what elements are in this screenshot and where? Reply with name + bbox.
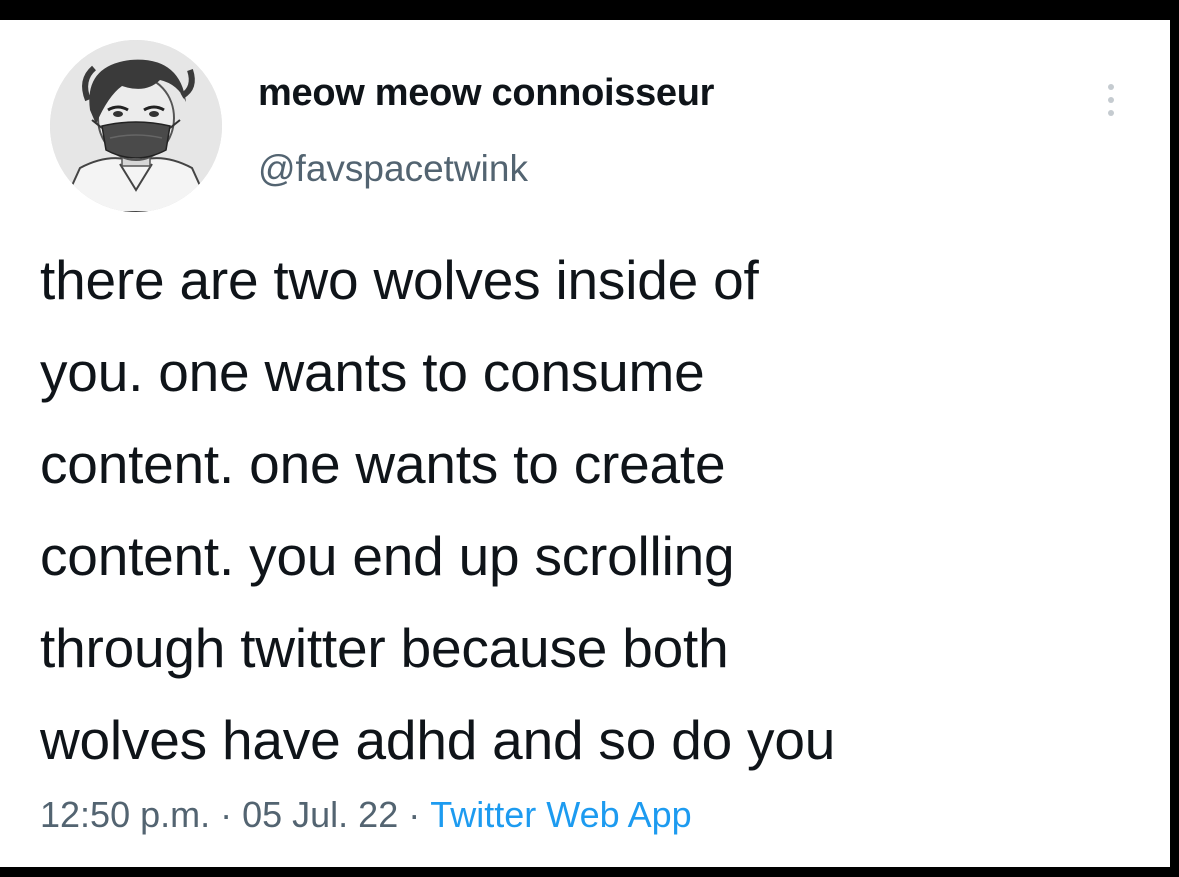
tweet-date[interactable]: 05 Jul. 22 bbox=[242, 794, 398, 835]
more-vertical-icon bbox=[1108, 110, 1114, 116]
tweet-text-line: wolves have adhd and so do you bbox=[40, 709, 836, 771]
tweet-text-line: there are two wolves inside of bbox=[40, 249, 759, 311]
author-handle[interactable]: @favspacetwink bbox=[258, 148, 528, 190]
more-vertical-icon bbox=[1108, 97, 1114, 103]
more-options-button[interactable] bbox=[1096, 68, 1126, 132]
tweet-card: meow meow connoisseur @favspacetwink the… bbox=[0, 20, 1170, 867]
tweet-text-line: content. one wants to create bbox=[40, 433, 726, 495]
tweet-text: there are two wolves inside of you. one … bbox=[40, 234, 1150, 786]
tweet-metadata: 12:50 p.m. · 05 Jul. 22 · Twitter Web App bbox=[40, 794, 692, 836]
tweet-source-link[interactable]: Twitter Web App bbox=[430, 794, 691, 835]
tweet-text-line: through twitter because both bbox=[40, 617, 729, 679]
top-frame-bar bbox=[0, 0, 1179, 20]
anime-masked-boy-avatar-icon bbox=[50, 40, 222, 212]
more-vertical-icon bbox=[1108, 84, 1114, 90]
avatar[interactable] bbox=[50, 40, 222, 212]
tweet-time[interactable]: 12:50 p.m. bbox=[40, 794, 210, 835]
author-display-name[interactable]: meow meow connoisseur bbox=[258, 72, 714, 115]
tweet-text-line: you. one wants to consume bbox=[40, 341, 705, 403]
tweet-text-line: content. you end up scrolling bbox=[40, 525, 735, 587]
meta-separator: · bbox=[220, 794, 233, 835]
meta-separator: · bbox=[408, 794, 421, 835]
